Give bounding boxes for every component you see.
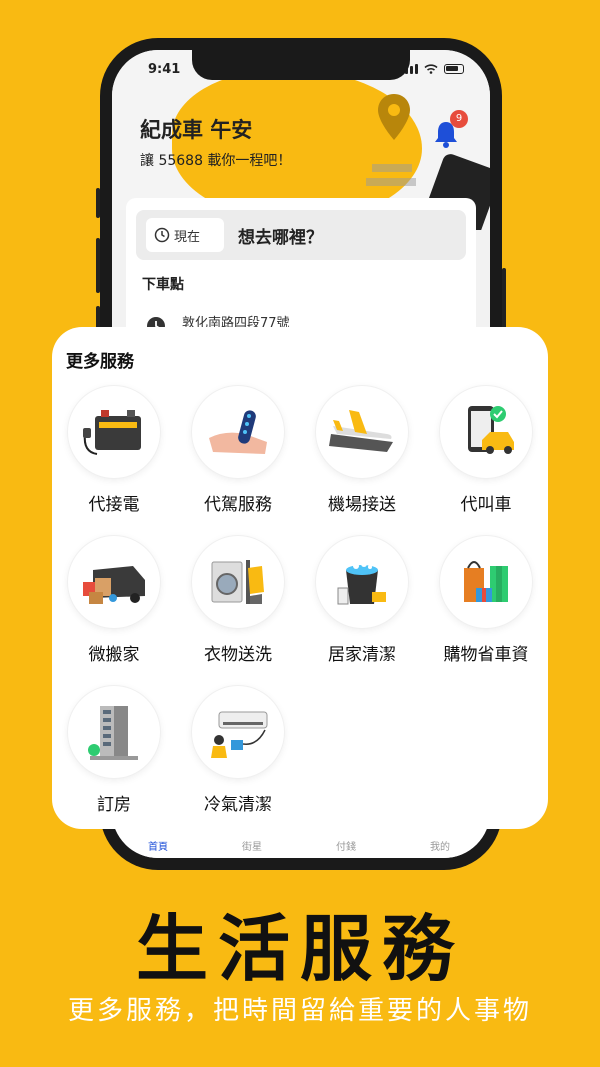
air-conditioner-icon: [211, 711, 268, 758]
notification-badge: 9: [450, 110, 468, 128]
map-pin-illustration: [378, 94, 410, 140]
service-designated-driver[interactable]: 代駕服務: [183, 386, 293, 515]
service-label: 居家清潔: [328, 645, 396, 665]
service-shopping-discount[interactable]: 購物省車資: [431, 536, 541, 665]
panel-title: 更多服務: [66, 352, 134, 372]
destination-search[interactable]: 現在 想去哪裡？: [136, 210, 466, 260]
notification-button[interactable]: 9: [430, 110, 468, 150]
service-label: 衣物送洗: [204, 645, 272, 665]
destination-prompt: 想去哪裡？: [238, 228, 323, 248]
service-home-cleaning[interactable]: 居家清潔: [307, 536, 417, 665]
tab-home[interactable]: 首頁: [148, 838, 168, 853]
service-icon-circle: [440, 536, 532, 628]
service-call-taxi[interactable]: 代叫車: [431, 386, 541, 515]
service-icon-circle: [192, 536, 284, 628]
service-icon-circle: [192, 386, 284, 478]
promo-title: 生活服務: [135, 907, 464, 991]
service-label: 冷氣清潔: [204, 795, 272, 815]
volume-up-button: [96, 238, 100, 293]
battery-icon: [444, 64, 464, 74]
service-mini-moving[interactable]: 微搬家: [59, 536, 169, 665]
dropoff-label: 下車點: [142, 277, 184, 293]
shopping-bags-icon: [464, 561, 508, 602]
cleaning-bucket-icon: [337, 561, 386, 605]
service-icon-circle: [192, 686, 284, 778]
greeting-title: 紀成車 午安: [140, 118, 253, 142]
service-airport-transfer[interactable]: 機場接送: [307, 386, 417, 515]
hotel-building-icon: [88, 706, 138, 760]
airplane-icon: [329, 410, 393, 452]
service-laundry[interactable]: 衣物送洗: [183, 536, 293, 665]
phone-taxi-icon: [468, 406, 514, 454]
service-hotel-booking[interactable]: 訂房: [59, 686, 169, 815]
service-icon-circle: [316, 536, 408, 628]
service-icon-circle: [68, 536, 160, 628]
status-time: 9:41: [148, 62, 181, 77]
time-selector-label: 現在: [174, 229, 201, 245]
service-label: 代駕服務: [204, 495, 272, 515]
service-icon-circle: [68, 686, 160, 778]
service-label: 機場接送: [328, 495, 396, 515]
notch: [192, 50, 410, 80]
car-battery-icon: [83, 410, 141, 455]
tab-profile[interactable]: 我的: [430, 838, 450, 853]
status-icons: [400, 64, 464, 74]
tab-street[interactable]: 街星: [242, 838, 262, 853]
tab-payment[interactable]: 付錢: [336, 838, 356, 853]
service-label: 購物省車資: [443, 645, 529, 665]
service-ac-cleaning[interactable]: 冷氣清潔: [183, 686, 293, 815]
service-jump-start[interactable]: 代接電: [59, 386, 169, 515]
service-icon-circle: [440, 386, 532, 478]
service-label: 訂房: [97, 795, 131, 815]
wifi-icon: [424, 64, 438, 74]
clock-icon: [154, 227, 170, 243]
service-icon-circle: [68, 386, 160, 478]
mute-switch: [96, 188, 100, 218]
car-key-hand-icon: [209, 410, 267, 454]
washing-machine-icon: [211, 560, 264, 604]
service-icon-circle: [316, 386, 408, 478]
service-label: 微搬家: [88, 645, 140, 665]
moving-van-icon: [83, 566, 145, 604]
service-label: 代接電: [88, 495, 140, 515]
service-label: 代叫車: [460, 495, 512, 515]
greeting-subtitle: 讓 55688 載你一程吧！: [140, 153, 292, 169]
more-services-panel: 更多服務 代接電 代駕服務 機場接送 代叫車 微搬家 衣物送洗 居家清潔 購物省…: [52, 327, 548, 829]
time-selector[interactable]: 現在: [146, 218, 224, 252]
promo-tagline: 更多服務，把時間留給重要的人事物: [67, 996, 532, 1026]
